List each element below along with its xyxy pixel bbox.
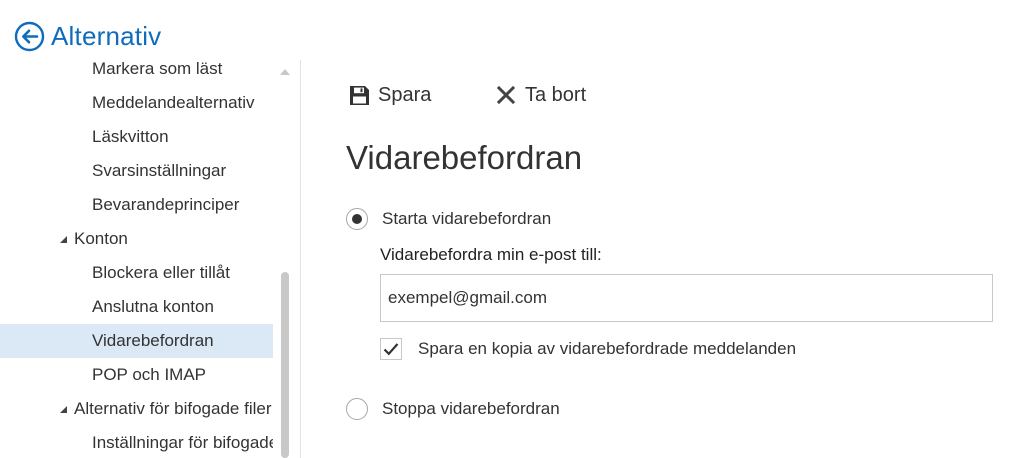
sidebar-item-blockera-eller-tillat[interactable]: Blockera eller tillåt	[0, 256, 273, 290]
forward-to-label: Vidarebefordra min e-post till:	[380, 245, 602, 264]
stop-forwarding-radio[interactable]: Stoppa vidarebefordran	[346, 396, 560, 422]
options-page: Alternativ Markera som läst Meddelandeal…	[0, 0, 1031, 458]
sidebar-group-label: Konton	[74, 229, 128, 248]
floppy-disk-icon	[348, 84, 370, 106]
sidebar-group-bifogade-filer[interactable]: Alternativ för bifogade filer	[0, 392, 273, 426]
sidebar-item-vidarebefordran[interactable]: Vidarebefordran	[0, 324, 273, 358]
sidebar-item-label: Blockera eller tillåt	[92, 263, 230, 282]
radio-button-checked[interactable]	[346, 208, 368, 230]
sidebar-item-installningar-bifogade-filer[interactable]: Inställningar för bifogade filer	[0, 426, 273, 458]
save-button-label: Spara	[378, 83, 432, 106]
sidebar-item-markera-som-last[interactable]: Markera som läst	[0, 56, 273, 86]
sidebar-item-meddelandealternativ[interactable]: Meddelandealternativ	[0, 86, 273, 120]
sidebar-item-label: Bevarandeprinciper	[92, 195, 240, 214]
page-title-alternativ: Alternativ	[51, 21, 162, 51]
sidebar-item-label: Meddelandealternativ	[92, 93, 255, 112]
x-icon	[495, 84, 517, 106]
sidebar-item-label: Markera som läst	[92, 59, 223, 78]
expanded-triangle-icon	[58, 234, 68, 244]
scrollbar-thumb[interactable]	[281, 272, 289, 458]
radio-dot	[352, 214, 362, 224]
stop-forwarding-label: Stoppa vidarebefordran	[382, 399, 560, 418]
sidebar-item-anslutna-konton[interactable]: Anslutna konton	[0, 290, 273, 324]
save-button[interactable]: Spara	[348, 80, 431, 110]
start-forwarding-radio[interactable]: Starta vidarebefordran	[346, 206, 551, 232]
keep-copy-label: Spara en kopia av vidarebefordrade medde…	[418, 339, 797, 358]
section-title: Vidarebefordran	[346, 139, 583, 176]
back-button[interactable]	[14, 21, 45, 52]
scroll-up-arrow-icon[interactable]	[279, 66, 291, 78]
sidebar-group-konton[interactable]: Konton	[0, 222, 273, 256]
sidebar-item-bevarandeprinciper[interactable]: Bevarandeprinciper	[0, 188, 273, 222]
header: Alternativ	[14, 18, 161, 54]
sidebar-item-label: Läskvitton	[92, 127, 169, 146]
sidebar-item-label: Inställningar för bifogade filer	[92, 433, 273, 452]
expanded-triangle-icon	[58, 404, 68, 414]
pane-divider	[300, 60, 301, 458]
sidebar-item-label: Svarsinställningar	[92, 161, 227, 180]
sidebar-item-label: POP och IMAP	[92, 365, 207, 384]
sidebar-item-label: Vidarebefordran	[92, 331, 214, 350]
sidebar-scrollbar[interactable]	[277, 60, 293, 458]
back-arrow-icon	[14, 21, 45, 51]
forward-email-input[interactable]	[380, 274, 993, 322]
sidebar-nav: Markera som läst Meddelandealternativ Lä…	[0, 56, 273, 458]
keep-copy-checkbox-row[interactable]: Spara en kopia av vidarebefordrade medde…	[380, 336, 796, 362]
radio-button-unchecked[interactable]	[346, 398, 368, 420]
delete-button-label: Ta bort	[525, 83, 587, 106]
checkmark-icon	[383, 343, 399, 356]
sidebar-item-label: Anslutna konton	[92, 297, 214, 316]
sidebar-item-pop-och-imap[interactable]: POP och IMAP	[0, 358, 273, 392]
delete-button[interactable]: Ta bort	[495, 80, 586, 110]
sidebar-item-svarsinstallningar[interactable]: Svarsinställningar	[0, 154, 273, 188]
start-forwarding-label: Starta vidarebefordran	[382, 209, 552, 228]
sidebar-group-label: Alternativ för bifogade filer	[74, 399, 272, 418]
keep-copy-checkbox[interactable]	[380, 338, 402, 360]
sidebar-item-laskvitton[interactable]: Läskvitton	[0, 120, 273, 154]
